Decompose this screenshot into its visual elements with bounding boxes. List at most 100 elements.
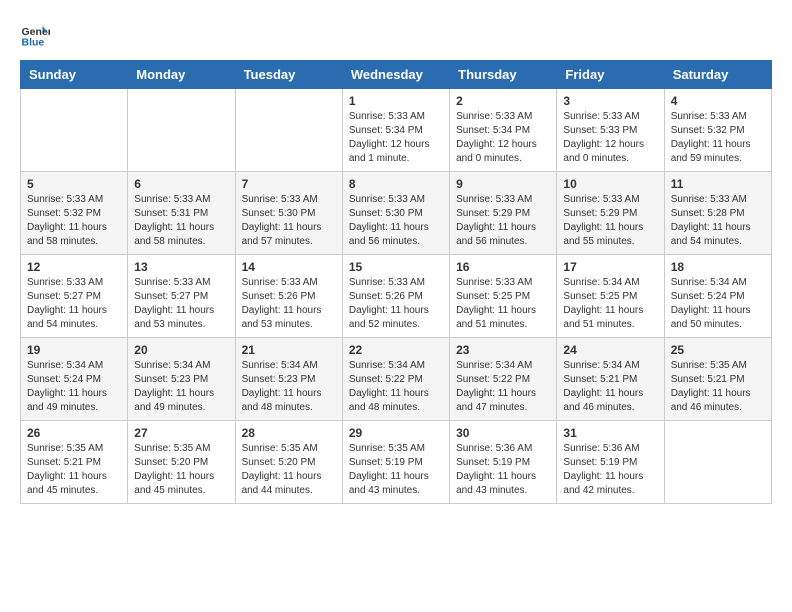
day-info: Sunrise: 5:33 AM Sunset: 5:29 PM Dayligh…	[456, 193, 550, 249]
day-info: Sunrise: 5:33 AM Sunset: 5:32 PM Dayligh…	[27, 193, 121, 249]
calendar-cell: 16Sunrise: 5:33 AM Sunset: 5:25 PM Dayli…	[450, 255, 557, 338]
day-info: Sunrise: 5:33 AM Sunset: 5:30 PM Dayligh…	[349, 193, 443, 249]
weekday-header-friday: Friday	[557, 61, 664, 89]
day-number: 21	[242, 343, 336, 357]
weekday-header-tuesday: Tuesday	[235, 61, 342, 89]
day-number: 30	[456, 426, 550, 440]
weekday-header-sunday: Sunday	[21, 61, 128, 89]
day-info: Sunrise: 5:33 AM Sunset: 5:30 PM Dayligh…	[242, 193, 336, 249]
day-number: 7	[242, 177, 336, 191]
day-info: Sunrise: 5:34 AM Sunset: 5:25 PM Dayligh…	[563, 276, 657, 332]
day-number: 18	[671, 260, 765, 274]
day-number: 25	[671, 343, 765, 357]
logo: General Blue	[20, 20, 54, 50]
calendar-cell: 25Sunrise: 5:35 AM Sunset: 5:21 PM Dayli…	[664, 338, 771, 421]
day-info: Sunrise: 5:35 AM Sunset: 5:20 PM Dayligh…	[242, 442, 336, 498]
calendar-cell: 9 Sunrise: 5:33 AM Sunset: 5:29 PM Daylig…	[450, 172, 557, 255]
day-info: Sunrise: 5:35 AM Sunset: 5:20 PM Dayligh…	[134, 442, 228, 498]
day-info: Sunrise: 5:33 AM Sunset: 5:29 PM Dayligh…	[563, 193, 657, 249]
calendar-cell: 23 Sunrise: 5:34 AM Sunset: 5:22 PM Dayli…	[450, 338, 557, 421]
calendar-week-row: 26 Sunrise: 5:35 AM Sunset: 5:21 PM Dayli…	[21, 421, 772, 504]
day-info: Sunrise: 5:34 AM Sunset: 5:24 PM Dayligh…	[671, 276, 765, 332]
day-info: Sunrise: 5:33 AM Sunset: 5:27 PM Dayligh…	[134, 276, 228, 332]
day-info: Sunrise: 5:33 AM Sunset: 5:31 PM Dayligh…	[134, 193, 228, 249]
day-number: 3	[563, 94, 657, 108]
calendar-cell	[128, 89, 235, 172]
day-info: Sunrise: 5:33 AM Sunset: 5:28 PM Dayligh…	[671, 193, 765, 249]
calendar-week-row: 19 Sunrise: 5:34 AM Sunset: 5:24 PM Dayli…	[21, 338, 772, 421]
weekday-header-monday: Monday	[128, 61, 235, 89]
calendar-cell	[235, 89, 342, 172]
day-info: Sunrise: 5:36 AM Sunset: 5:19 PM Dayligh…	[563, 442, 657, 498]
logo-icon: General Blue	[20, 20, 50, 50]
day-number: 27	[134, 426, 228, 440]
day-info: Sunrise: 5:33 AM Sunset: 5:32 PM Dayligh…	[671, 110, 765, 166]
calendar-cell: 27 Sunrise: 5:35 AM Sunset: 5:20 PM Dayli…	[128, 421, 235, 504]
calendar-cell: 17 Sunrise: 5:34 AM Sunset: 5:25 PM Dayli…	[557, 255, 664, 338]
svg-text:Blue: Blue	[22, 37, 45, 49]
calendar-cell: 11 Sunrise: 5:33 AM Sunset: 5:28 PM Dayli…	[664, 172, 771, 255]
day-number: 23	[456, 343, 550, 357]
day-number: 12	[27, 260, 121, 274]
day-number: 22	[349, 343, 443, 357]
weekday-header-saturday: Saturday	[664, 61, 771, 89]
day-number: 10	[563, 177, 657, 191]
day-number: 9	[456, 177, 550, 191]
calendar-cell: 21 Sunrise: 5:34 AM Sunset: 5:23 PM Dayli…	[235, 338, 342, 421]
day-info: Sunrise: 5:34 AM Sunset: 5:23 PM Dayligh…	[134, 359, 228, 415]
calendar-cell: 15 Sunrise: 5:33 AM Sunset: 5:26 PM Dayli…	[342, 255, 449, 338]
calendar-cell: 28 Sunrise: 5:35 AM Sunset: 5:20 PM Dayli…	[235, 421, 342, 504]
day-info: Sunrise: 5:33 AM Sunset: 5:27 PM Dayligh…	[27, 276, 121, 332]
day-info: Sunrise: 5:36 AM Sunset: 5:19 PM Dayligh…	[456, 442, 550, 498]
day-number: 31	[563, 426, 657, 440]
calendar-week-row: 12 Sunrise: 5:33 AM Sunset: 5:27 PM Dayli…	[21, 255, 772, 338]
calendar-cell: 22 Sunrise: 5:34 AM Sunset: 5:22 PM Dayli…	[342, 338, 449, 421]
day-number: 5	[27, 177, 121, 191]
day-number: 11	[671, 177, 765, 191]
day-number: 19	[27, 343, 121, 357]
day-info: Sunrise: 5:35 AM Sunset: 5:21 PM Dayligh…	[27, 442, 121, 498]
calendar-cell: 14Sunrise: 5:33 AM Sunset: 5:26 PM Dayli…	[235, 255, 342, 338]
calendar-cell: 26 Sunrise: 5:35 AM Sunset: 5:21 PM Dayli…	[21, 421, 128, 504]
day-number: 16	[456, 260, 550, 274]
calendar-cell: 3 Sunrise: 5:33 AM Sunset: 5:33 PM Daylig…	[557, 89, 664, 172]
calendar-cell	[21, 89, 128, 172]
calendar-cell: 6Sunrise: 5:33 AM Sunset: 5:31 PM Daylig…	[128, 172, 235, 255]
page-header: General Blue	[20, 20, 772, 50]
calendar-cell: 24 Sunrise: 5:34 AM Sunset: 5:21 PM Dayli…	[557, 338, 664, 421]
calendar-cell	[664, 421, 771, 504]
calendar-cell: 13 Sunrise: 5:33 AM Sunset: 5:27 PM Dayli…	[128, 255, 235, 338]
calendar-cell: 1Sunrise: 5:33 AM Sunset: 5:34 PM Daylig…	[342, 89, 449, 172]
day-number: 29	[349, 426, 443, 440]
day-info: Sunrise: 5:33 AM Sunset: 5:34 PM Dayligh…	[456, 110, 550, 166]
day-number: 28	[242, 426, 336, 440]
calendar-cell: 2 Sunrise: 5:33 AM Sunset: 5:34 PM Daylig…	[450, 89, 557, 172]
day-info: Sunrise: 5:33 AM Sunset: 5:26 PM Dayligh…	[349, 276, 443, 332]
day-info: Sunrise: 5:34 AM Sunset: 5:22 PM Dayligh…	[349, 359, 443, 415]
day-info: Sunrise: 5:34 AM Sunset: 5:24 PM Dayligh…	[27, 359, 121, 415]
day-number: 13	[134, 260, 228, 274]
day-number: 24	[563, 343, 657, 357]
day-number: 2	[456, 94, 550, 108]
calendar-cell: 10 Sunrise: 5:33 AM Sunset: 5:29 PM Dayli…	[557, 172, 664, 255]
day-number: 4	[671, 94, 765, 108]
calendar-cell: 31 Sunrise: 5:36 AM Sunset: 5:19 PM Dayli…	[557, 421, 664, 504]
calendar-cell: 12 Sunrise: 5:33 AM Sunset: 5:27 PM Dayli…	[21, 255, 128, 338]
calendar-cell: 20 Sunrise: 5:34 AM Sunset: 5:23 PM Dayli…	[128, 338, 235, 421]
day-info: Sunrise: 5:33 AM Sunset: 5:34 PM Dayligh…	[349, 110, 443, 166]
weekday-header-row: SundayMondayTuesdayWednesdayThursdayFrid…	[21, 61, 772, 89]
calendar-cell: 19 Sunrise: 5:34 AM Sunset: 5:24 PM Dayli…	[21, 338, 128, 421]
day-number: 17	[563, 260, 657, 274]
day-number: 20	[134, 343, 228, 357]
day-info: Sunrise: 5:34 AM Sunset: 5:21 PM Dayligh…	[563, 359, 657, 415]
calendar-week-row: 1Sunrise: 5:33 AM Sunset: 5:34 PM Daylig…	[21, 89, 772, 172]
calendar-cell: 4 Sunrise: 5:33 AM Sunset: 5:32 PM Daylig…	[664, 89, 771, 172]
day-number: 15	[349, 260, 443, 274]
day-number: 26	[27, 426, 121, 440]
day-info: Sunrise: 5:34 AM Sunset: 5:22 PM Dayligh…	[456, 359, 550, 415]
calendar-cell: 18 Sunrise: 5:34 AM Sunset: 5:24 PM Dayli…	[664, 255, 771, 338]
day-info: Sunrise: 5:34 AM Sunset: 5:23 PM Dayligh…	[242, 359, 336, 415]
weekday-header-wednesday: Wednesday	[342, 61, 449, 89]
day-number: 14	[242, 260, 336, 274]
day-info: Sunrise: 5:33 AM Sunset: 5:33 PM Dayligh…	[563, 110, 657, 166]
